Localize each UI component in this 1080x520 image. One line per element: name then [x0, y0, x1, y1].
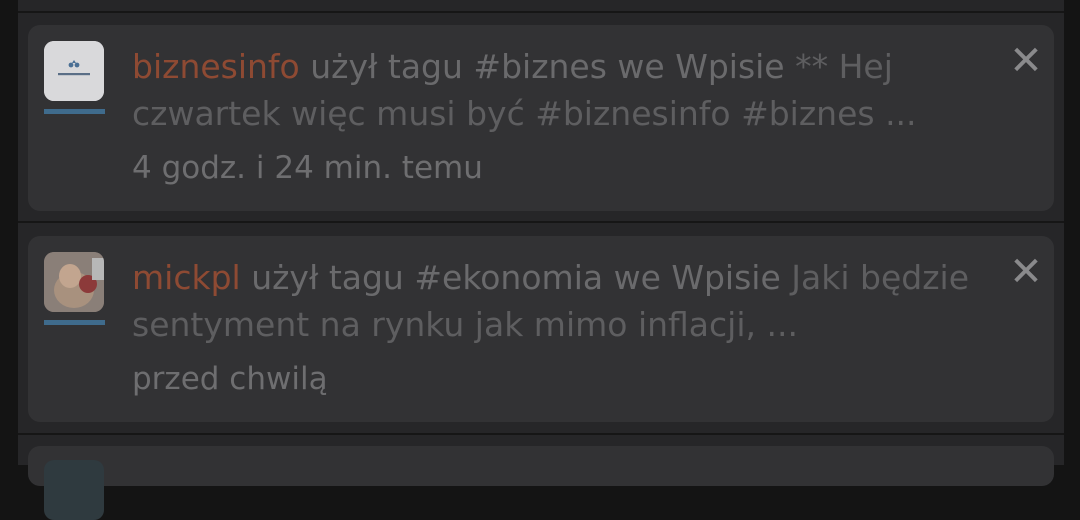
notification-card[interactable]: mickpl użył tagu #ekonomia we Wpisie Jak… — [28, 236, 1054, 422]
dismiss-close-icon[interactable]: ✕ — [1008, 252, 1044, 292]
action-text: użył tagu — [310, 47, 463, 86]
timestamp: przed chwilą — [132, 361, 328, 397]
divider — [18, 11, 1064, 13]
biznesinfo-logo-icon — [44, 41, 104, 101]
where-link[interactable]: we Wpisie — [614, 258, 781, 297]
notification-card[interactable] — [28, 446, 1054, 520]
user-photo-icon — [44, 252, 104, 312]
avatar[interactable] — [44, 460, 104, 520]
avatar[interactable] — [44, 41, 104, 101]
notification-text[interactable]: mickpl użył tagu #ekonomia we Wpisie Jak… — [132, 254, 992, 348]
action-text: użył tagu — [251, 258, 404, 297]
avatar[interactable] — [44, 252, 104, 312]
notification-card[interactable]: biznesinfo użył tagu #biznes we Wpisie *… — [28, 25, 1054, 211]
tag-link[interactable]: #biznes — [473, 47, 607, 86]
where-link[interactable]: we Wpisie — [617, 47, 784, 86]
avatar-underline — [44, 109, 105, 114]
username-link[interactable]: mickpl — [132, 258, 241, 297]
divider — [18, 221, 1064, 223]
avatar-underline — [44, 320, 105, 325]
tag-link[interactable]: #ekonomia — [414, 258, 603, 297]
divider — [18, 433, 1064, 435]
timestamp: 4 godz. i 24 min. temu — [132, 150, 483, 186]
username-link[interactable]: biznesinfo — [132, 47, 300, 86]
notification-text[interactable]: biznesinfo użył tagu #biznes we Wpisie *… — [132, 43, 992, 137]
dismiss-close-icon[interactable]: ✕ — [1008, 41, 1044, 81]
